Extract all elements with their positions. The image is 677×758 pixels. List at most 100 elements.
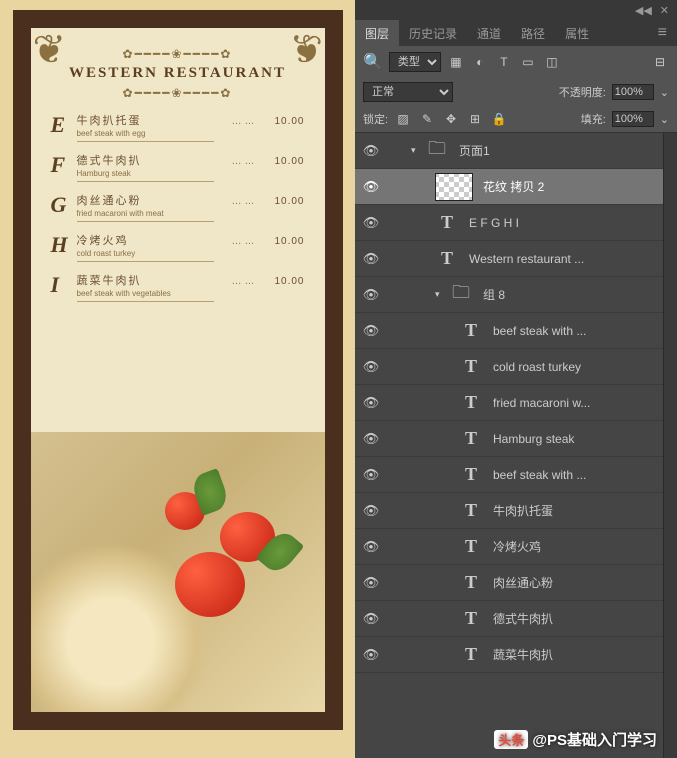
- visibility-toggle-icon[interactable]: 👁: [355, 287, 387, 303]
- item-price: 10.00: [274, 152, 304, 167]
- filter-shape-icon[interactable]: ▭: [519, 53, 537, 71]
- layer-name[interactable]: 牛肉扒托蛋: [493, 502, 663, 519]
- layer-row[interactable]: 👁 T E F G H I: [355, 205, 663, 241]
- lock-artboard-icon[interactable]: ⊞: [466, 110, 484, 128]
- visibility-toggle-icon[interactable]: 👁: [355, 215, 387, 231]
- layer-name[interactable]: 蔬菜牛肉扒: [493, 646, 663, 663]
- layer-name[interactable]: Western restaurant ...: [469, 252, 663, 266]
- visibility-toggle-icon[interactable]: 👁: [355, 395, 387, 411]
- blend-mode-select[interactable]: 正常: [363, 82, 453, 102]
- visibility-toggle-icon[interactable]: 👁: [355, 647, 387, 663]
- visibility-toggle-icon[interactable]: 👁: [355, 503, 387, 519]
- opacity-input[interactable]: [612, 84, 654, 100]
- tab-图层[interactable]: 图层: [355, 20, 399, 46]
- layer-row[interactable]: 👁 T Western restaurant ...: [355, 241, 663, 277]
- fill-dropdown-icon[interactable]: ⌄: [660, 113, 669, 126]
- lock-all-icon[interactable]: 🔒: [490, 110, 508, 128]
- visibility-toggle-icon[interactable]: 👁: [355, 359, 387, 375]
- layer-row[interactable]: 👁 花纹 拷贝 2: [355, 169, 663, 205]
- watermark-icon: 头条: [494, 730, 528, 749]
- opacity-dropdown-icon[interactable]: ⌄: [660, 86, 669, 99]
- item-price: 10.00: [274, 232, 304, 247]
- layer-name[interactable]: E F G H I: [469, 216, 663, 230]
- layer-row[interactable]: 👁 ▾🗀 组 8: [355, 277, 663, 313]
- layer-name[interactable]: 花纹 拷贝 2: [483, 178, 663, 195]
- visibility-toggle-icon[interactable]: 👁: [355, 179, 387, 195]
- item-name-en: beef steak with vegetables: [77, 289, 215, 298]
- layer-row[interactable]: 👁 T 肉丝通心粉: [355, 565, 663, 601]
- text-layer-icon: T: [459, 569, 483, 597]
- layer-row[interactable]: 👁 T 蔬菜牛肉扒: [355, 637, 663, 673]
- layer-name[interactable]: 肉丝通心粉: [493, 574, 663, 591]
- filter-type-select[interactable]: 类型: [389, 52, 441, 72]
- visibility-toggle-icon[interactable]: 👁: [355, 323, 387, 339]
- item-name-en: beef steak with egg: [77, 129, 215, 138]
- item-price: 10.00: [274, 112, 304, 127]
- lock-row: 锁定: ▨ ✎ ✥ ⊞ 🔒 填充: ⌄: [355, 106, 677, 133]
- layer-row[interactable]: 👁 T 德式牛肉扒: [355, 601, 663, 637]
- filter-text-icon[interactable]: T: [495, 53, 513, 71]
- layer-name[interactable]: Hamburg steak: [493, 432, 663, 446]
- scrollbar[interactable]: [663, 133, 677, 758]
- filter-smart-icon[interactable]: ◫: [543, 53, 561, 71]
- fill-label: 填充:: [581, 111, 606, 127]
- item-name-en: cold roast turkey: [77, 249, 215, 258]
- text-layer-icon: T: [459, 353, 483, 381]
- visibility-toggle-icon[interactable]: 👁: [355, 539, 387, 555]
- layer-row[interactable]: 👁 T 牛肉扒托蛋: [355, 493, 663, 529]
- menu-item: I 蔬菜牛肉扒 beef steak with vegetables …… 10…: [51, 272, 305, 302]
- item-name-cn: 牛肉扒托蛋: [77, 112, 215, 128]
- text-layer-icon: T: [435, 209, 459, 237]
- ornament-corner-icon: ❦: [33, 30, 83, 80]
- layer-row[interactable]: 👁 T beef steak with ...: [355, 457, 663, 493]
- layer-name[interactable]: beef steak with ...: [493, 324, 663, 338]
- tab-路径[interactable]: 路径: [511, 20, 555, 46]
- visibility-toggle-icon[interactable]: 👁: [355, 611, 387, 627]
- visibility-toggle-icon[interactable]: 👁: [355, 143, 387, 159]
- layer-row[interactable]: 👁 T Hamburg steak: [355, 421, 663, 457]
- layer-row[interactable]: 👁 T 冷烤火鸡: [355, 529, 663, 565]
- tab-通道[interactable]: 通道: [467, 20, 511, 46]
- menu-item: H 冷烤火鸡 cold roast turkey …… 10.00: [51, 232, 305, 262]
- panel-menu-icon[interactable]: ≡: [648, 24, 677, 42]
- filter-image-icon[interactable]: ▦: [447, 53, 465, 71]
- visibility-toggle-icon[interactable]: 👁: [355, 575, 387, 591]
- ornament-corner-icon: ❦: [273, 30, 323, 80]
- visibility-toggle-icon[interactable]: 👁: [355, 431, 387, 447]
- layer-name[interactable]: 冷烤火鸡: [493, 538, 663, 555]
- filter-adjust-icon[interactable]: ◐: [471, 53, 489, 71]
- menu-document: ❦ ❦ ❦ ❦ ✿━━━━❀━━━━✿ WESTERN RESTAURANT ✿…: [13, 10, 343, 730]
- layer-name[interactable]: 组 8: [483, 286, 663, 303]
- fill-input[interactable]: [612, 111, 654, 127]
- visibility-toggle-icon[interactable]: 👁: [355, 251, 387, 267]
- tab-历史记录[interactable]: 历史记录: [399, 20, 467, 46]
- layer-name[interactable]: 页面1: [459, 142, 663, 159]
- flourish-icon: ✿━━━━❀━━━━✿: [43, 47, 313, 61]
- lock-label: 锁定:: [363, 111, 388, 127]
- layer-name[interactable]: beef steak with ...: [493, 468, 663, 482]
- layers-list[interactable]: 👁 ▾🗀 页面1 👁 花纹 拷贝 2 👁 T E F G H I 👁 T Wes…: [355, 133, 663, 758]
- canvas-area[interactable]: ❦ ❦ ❦ ❦ ✿━━━━❀━━━━✿ WESTERN RESTAURANT ✿…: [0, 0, 355, 758]
- filter-toggle-icon[interactable]: ⊟: [651, 53, 669, 71]
- tab-属性[interactable]: 属性: [555, 20, 599, 46]
- layer-name[interactable]: 德式牛肉扒: [493, 610, 663, 627]
- chevron-down-icon[interactable]: ▾: [411, 145, 425, 156]
- layer-row[interactable]: 👁 T fried macaroni w...: [355, 385, 663, 421]
- lock-move-icon[interactable]: ✥: [442, 110, 460, 128]
- flourish-icon: ✿━━━━❀━━━━✿: [43, 86, 313, 100]
- collapse-icon[interactable]: ◀◀: [635, 4, 652, 17]
- lock-transparent-icon[interactable]: ▨: [394, 110, 412, 128]
- layer-row[interactable]: 👁 T beef steak with ...: [355, 313, 663, 349]
- item-price: 10.00: [274, 272, 304, 287]
- close-icon[interactable]: ✕: [660, 4, 669, 17]
- layer-name[interactable]: cold roast turkey: [493, 360, 663, 374]
- lock-brush-icon[interactable]: ✎: [418, 110, 436, 128]
- folder-icon: 🗀: [425, 137, 449, 165]
- layer-name[interactable]: fried macaroni w...: [493, 396, 663, 410]
- layer-row[interactable]: 👁 T cold roast turkey: [355, 349, 663, 385]
- text-layer-icon: T: [459, 425, 483, 453]
- filter-search-icon[interactable]: 🔍: [363, 52, 383, 72]
- layer-row[interactable]: 👁 ▾🗀 页面1: [355, 133, 663, 169]
- visibility-toggle-icon[interactable]: 👁: [355, 467, 387, 483]
- chevron-down-icon[interactable]: ▾: [435, 289, 449, 300]
